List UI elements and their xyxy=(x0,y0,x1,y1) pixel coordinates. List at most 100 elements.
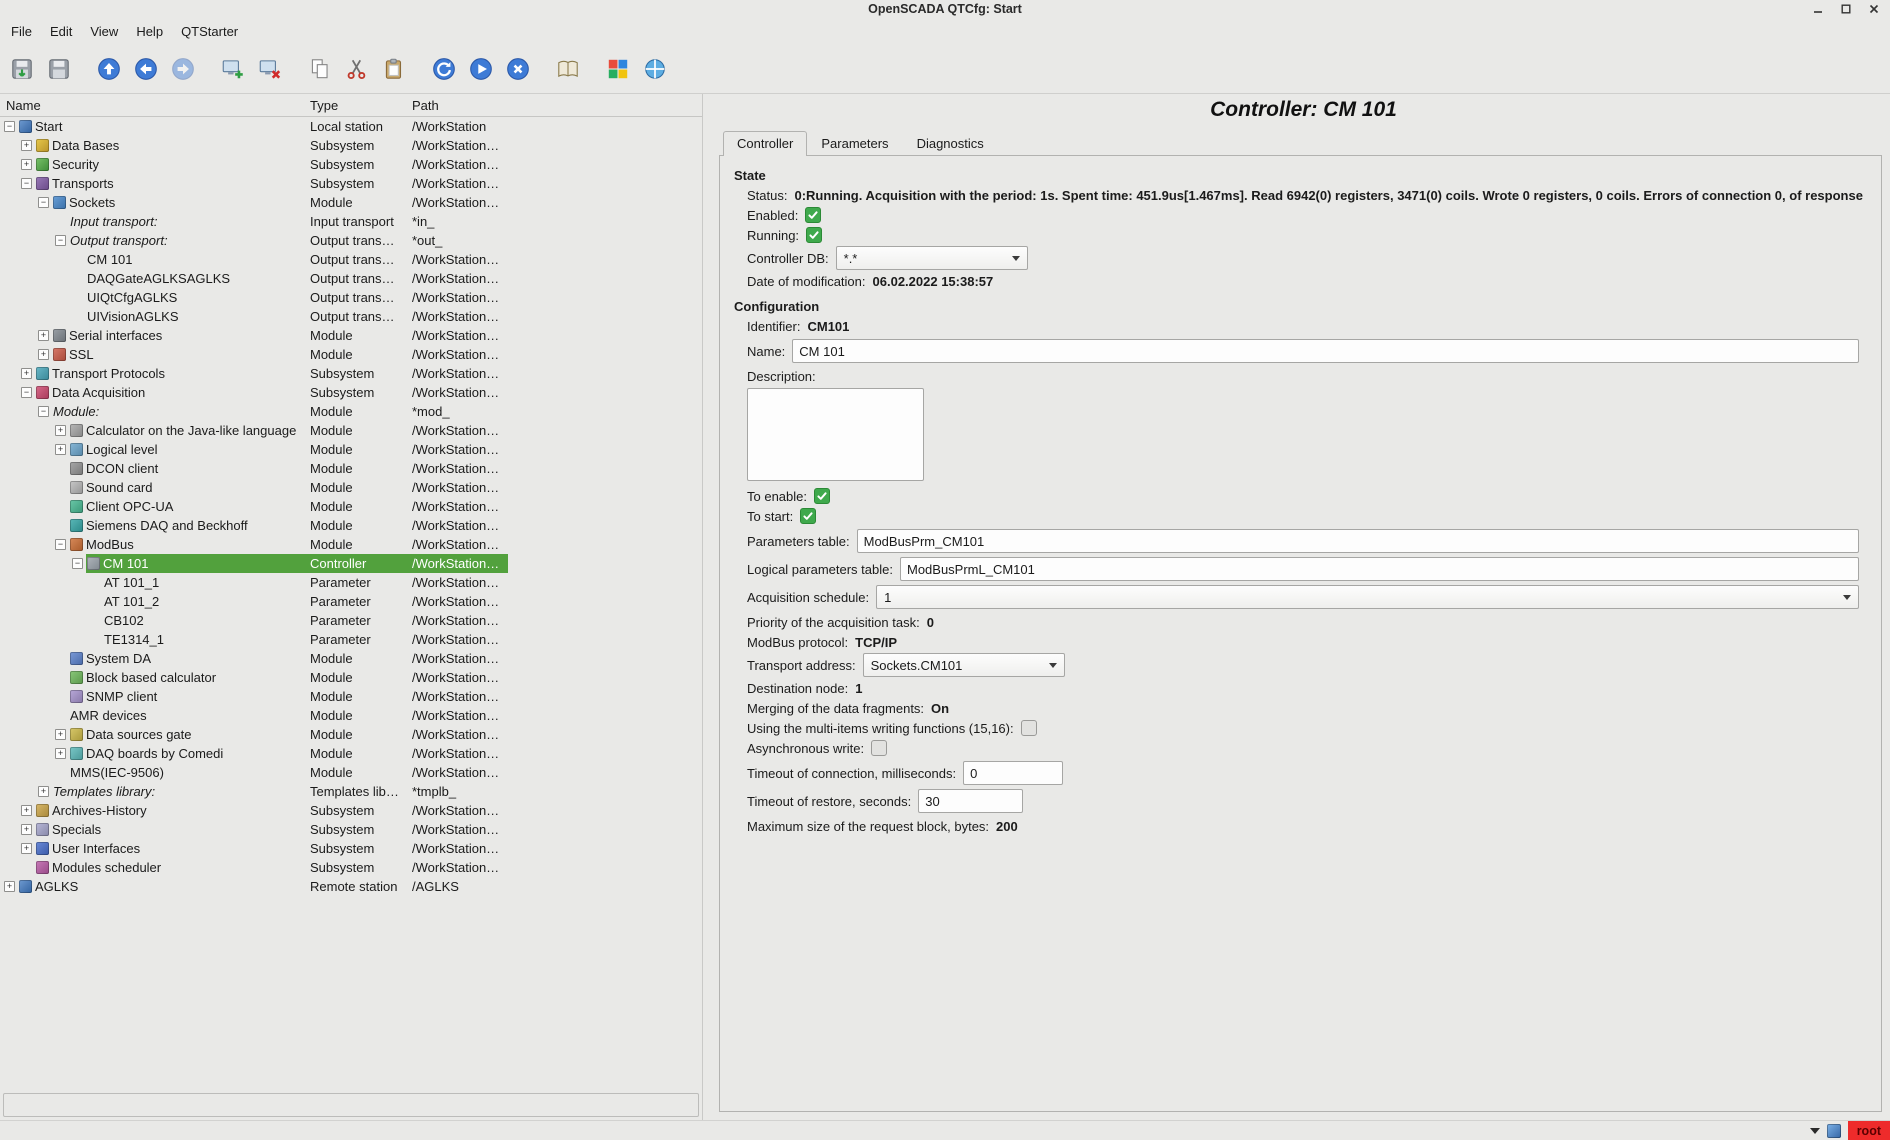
tree-row[interactable]: AMR devicesModule/WorkStation… xyxy=(0,706,702,725)
expander-icon[interactable]: − xyxy=(72,558,83,569)
transport-address-select[interactable]: Sockets.CM101 xyxy=(863,653,1065,677)
add-item-button[interactable] xyxy=(216,50,250,88)
tree-row[interactable]: +Logical levelModule/WorkStation… xyxy=(0,440,702,459)
tree-row[interactable]: AT 101_2Parameter/WorkStation… xyxy=(0,592,702,611)
multi-write-checkbox[interactable] xyxy=(1021,720,1037,736)
refresh-item-button[interactable] xyxy=(427,50,461,88)
cut-item-button[interactable] xyxy=(340,50,374,88)
forward-button[interactable] xyxy=(166,50,200,88)
tree-row[interactable]: +User InterfacesSubsystem/WorkStation… xyxy=(0,839,702,858)
tree-row[interactable]: −SocketsModule/WorkStation… xyxy=(0,193,702,212)
menu-view[interactable]: View xyxy=(81,20,127,43)
tree-row[interactable]: MMS(IEC-9506)Module/WorkStation… xyxy=(0,763,702,782)
tree-row[interactable]: +Serial interfacesModule/WorkStation… xyxy=(0,326,702,345)
tree-column-type[interactable]: Type xyxy=(310,98,338,113)
menu-help[interactable]: Help xyxy=(127,20,172,43)
copy-item-button[interactable] xyxy=(303,50,337,88)
tree-row[interactable]: UIVisionAGLKSOutput trans…/WorkStation… xyxy=(0,307,702,326)
description-textarea[interactable] xyxy=(747,388,924,481)
tree-row[interactable]: Client OPC-UAModule/WorkStation… xyxy=(0,497,702,516)
navigation-tree[interactable]: −StartLocal station/WorkStation+Data Bas… xyxy=(0,117,702,1091)
name-input[interactable] xyxy=(792,339,1859,363)
tree-row[interactable]: −ModBusModule/WorkStation… xyxy=(0,535,702,554)
expander-icon[interactable]: − xyxy=(55,539,66,550)
tree-row[interactable]: −Output transport:Output trans…*out_ xyxy=(0,231,702,250)
up-button[interactable] xyxy=(92,50,126,88)
tree-row[interactable]: +SecuritySubsystem/WorkStation… xyxy=(0,155,702,174)
logical-parameters-table-input[interactable] xyxy=(900,557,1859,581)
enabled-checkbox[interactable] xyxy=(805,207,821,223)
tree-row[interactable]: +SSLModule/WorkStation… xyxy=(0,345,702,364)
tree-row[interactable]: System DAModule/WorkStation… xyxy=(0,649,702,668)
save-to-db-button[interactable] xyxy=(42,50,76,88)
expander-icon[interactable]: + xyxy=(21,159,32,170)
async-write-checkbox[interactable] xyxy=(871,740,887,756)
tree-row[interactable]: CB102Parameter/WorkStation… xyxy=(0,611,702,630)
tree-row[interactable]: CM 101Output trans…/WorkStation… xyxy=(0,250,702,269)
expander-icon[interactable]: − xyxy=(21,387,32,398)
qtstarter-app-button-2[interactable] xyxy=(638,50,672,88)
tree-row[interactable]: UIQtCfgAGLKSOutput trans…/WorkStation… xyxy=(0,288,702,307)
menu-qtstarter[interactable]: QTStarter xyxy=(172,20,247,43)
start-updating-button[interactable] xyxy=(464,50,498,88)
tree-row[interactable]: +Archives-HistorySubsystem/WorkStation… xyxy=(0,801,702,820)
timeout-connection-input[interactable] xyxy=(963,761,1063,785)
running-checkbox[interactable] xyxy=(806,227,822,243)
tree-row[interactable]: +Transport ProtocolsSubsystem/WorkStatio… xyxy=(0,364,702,383)
expander-icon[interactable]: + xyxy=(55,729,66,740)
menu-edit[interactable]: Edit xyxy=(41,20,81,43)
expander-icon[interactable]: + xyxy=(38,349,49,360)
tree-row[interactable]: +DAQ boards by ComediModule/WorkStation… xyxy=(0,744,702,763)
tree-column-path[interactable]: Path xyxy=(412,98,439,113)
tree-row[interactable]: Block based calculatorModule/WorkStation… xyxy=(0,668,702,687)
tree-row[interactable]: +AGLKSRemote station/AGLKS xyxy=(0,877,702,896)
back-button[interactable] xyxy=(129,50,163,88)
tree-row[interactable]: −StartLocal station/WorkStation xyxy=(0,117,702,136)
expander-icon[interactable]: + xyxy=(21,368,32,379)
timeout-restore-input[interactable] xyxy=(918,789,1023,813)
expander-icon[interactable]: + xyxy=(21,843,32,854)
menu-file[interactable]: File xyxy=(2,20,41,43)
tree-row[interactable]: −TransportsSubsystem/WorkStation… xyxy=(0,174,702,193)
tree-row[interactable]: SNMP clientModule/WorkStation… xyxy=(0,687,702,706)
tree-row[interactable]: AT 101_1Parameter/WorkStation… xyxy=(0,573,702,592)
tree-row[interactable]: −CM 101Controller/WorkStation… xyxy=(0,554,702,573)
maximize-icon[interactable] xyxy=(1838,1,1854,16)
expander-icon[interactable]: + xyxy=(21,140,32,151)
expander-icon[interactable]: − xyxy=(38,406,49,417)
tree-row[interactable]: TE1314_1Parameter/WorkStation… xyxy=(0,630,702,649)
minimize-icon[interactable] xyxy=(1810,1,1826,16)
tree-row[interactable]: +Calculator on the Java-like languageMod… xyxy=(0,421,702,440)
tree-row[interactable]: +SpecialsSubsystem/WorkStation… xyxy=(0,820,702,839)
expander-icon[interactable]: − xyxy=(38,197,49,208)
stop-updating-button[interactable] xyxy=(501,50,535,88)
expander-icon[interactable]: + xyxy=(4,881,15,892)
expander-icon[interactable]: + xyxy=(55,748,66,759)
paste-item-button[interactable] xyxy=(377,50,411,88)
tree-row[interactable]: Sound cardModule/WorkStation… xyxy=(0,478,702,497)
expander-icon[interactable]: + xyxy=(21,805,32,816)
expander-icon[interactable]: + xyxy=(21,824,32,835)
tree-row[interactable]: −Data AcquisitionSubsystem/WorkStation… xyxy=(0,383,702,402)
user-badge[interactable]: root xyxy=(1848,1121,1890,1140)
controller-db-select[interactable]: *.* xyxy=(836,246,1028,270)
to-enable-checkbox[interactable] xyxy=(814,488,830,504)
tree-row[interactable]: +Data sources gateModule/WorkStation… xyxy=(0,725,702,744)
tab-controller[interactable]: Controller xyxy=(723,131,807,156)
tree-row[interactable]: DCON clientModule/WorkStation… xyxy=(0,459,702,478)
tree-row[interactable]: Input transport:Input transport*in_ xyxy=(0,212,702,231)
parameters-table-input[interactable] xyxy=(857,529,1859,553)
expander-icon[interactable]: + xyxy=(55,425,66,436)
tab-diagnostics[interactable]: Diagnostics xyxy=(903,131,998,156)
tree-column-name[interactable]: Name xyxy=(6,98,41,113)
tab-parameters[interactable]: Parameters xyxy=(807,131,902,156)
load-from-db-button[interactable] xyxy=(5,50,39,88)
expander-icon[interactable]: − xyxy=(4,121,15,132)
qtstarter-app-button-1[interactable] xyxy=(601,50,635,88)
expander-icon[interactable]: + xyxy=(55,444,66,455)
status-dropdown-icon[interactable] xyxy=(1810,1128,1820,1134)
manual-button[interactable] xyxy=(551,50,585,88)
to-start-checkbox[interactable] xyxy=(800,508,816,524)
tree-row[interactable]: Modules schedulerSubsystem/WorkStation… xyxy=(0,858,702,877)
tree-row[interactable]: +Templates library:Templates lib…*tmplb_ xyxy=(0,782,702,801)
